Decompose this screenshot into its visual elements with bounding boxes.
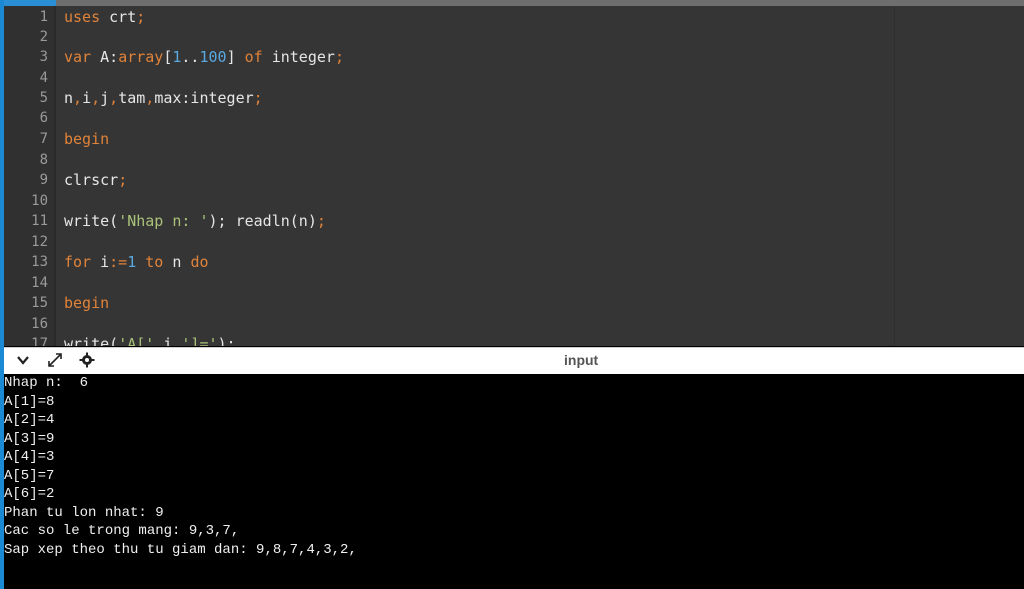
code-token: array — [118, 48, 164, 66]
line-number-gutter: 1 2 3 4 5 6 7 8 9 10 11 12 13 14 15 16 17 — [4, 6, 56, 346]
code-token: var — [64, 48, 92, 66]
line-number: 4 — [39, 70, 48, 86]
code-line[interactable]: begin — [64, 129, 109, 149]
console-output[interactable]: Nhap n: 6 A[1]=8 A[2]=4 A[3]=9 A[4]=3 A[5]=7 A… — [4, 374, 1024, 589]
code-editor[interactable]: 1 2 3 4 5 6 7 8 9 10 11 12 13 14 15 16 17 uses crt; var A… — [4, 6, 1024, 346]
code-token: ; — [334, 48, 344, 66]
code-line[interactable]: for i:=1 to n do — [64, 252, 209, 272]
code-token: ,i, — [154, 335, 182, 346]
expand-icon[interactable] — [46, 352, 64, 370]
console-line: A[5]=7 — [4, 467, 55, 484]
code-token: ; — [316, 212, 326, 230]
code-token: max:integer — [154, 89, 254, 107]
code-token: ); readln(n) — [208, 212, 317, 230]
code-token: ; — [118, 171, 128, 189]
line-number: 15 — [31, 295, 48, 311]
code-token: ); — [217, 335, 236, 346]
code-line[interactable]: n,i,j,tam,max:integer; — [64, 88, 263, 108]
code-token: A: — [91, 48, 119, 66]
console-line: A[1]=8 — [4, 393, 55, 410]
code-token: integer — [262, 48, 335, 66]
code-token: tam — [118, 89, 146, 107]
line-number: 14 — [31, 275, 48, 291]
code-token: 100 — [199, 48, 227, 66]
settings-icon[interactable] — [78, 352, 96, 370]
code-token: clrscr — [64, 171, 119, 189]
code-token: := — [109, 253, 128, 271]
code-token: n — [64, 89, 74, 107]
line-number: 3 — [39, 49, 48, 65]
code-line[interactable]: uses crt; — [64, 7, 145, 27]
chevron-down-icon[interactable] — [14, 352, 32, 370]
code-line[interactable]: clrscr; — [64, 170, 127, 190]
code-token: , — [73, 89, 83, 107]
code-token: , — [91, 89, 101, 107]
code-token: write( — [64, 335, 119, 346]
line-number: 9 — [39, 172, 48, 188]
line-number: 13 — [31, 254, 48, 270]
code-token: crt — [100, 8, 137, 26]
code-token: i — [82, 89, 92, 107]
code-token: , — [109, 89, 119, 107]
code-token: write( — [64, 212, 119, 230]
console-line: Sap xep theo thu tu giam dan: 9,8,7,4,3,… — [4, 541, 357, 558]
line-number: 10 — [31, 193, 48, 209]
code-token: 'Nhap n: ' — [118, 212, 209, 230]
line-number: 6 — [39, 110, 48, 126]
code-token: n — [163, 253, 191, 271]
code-area[interactable]: uses crt; var A:array[1..100] of integer;… — [56, 6, 1024, 346]
line-number: 17 — [31, 336, 48, 346]
line-number: 1 — [39, 9, 48, 25]
code-token: 1 — [127, 253, 137, 271]
console-line: Nhap n: 6 — [4, 375, 89, 391]
code-token: 'A[' — [118, 335, 155, 346]
console-line: Cac so le trong mang: 9,3,7, — [4, 523, 240, 539]
code-token: .. — [181, 48, 200, 66]
line-number: 5 — [39, 90, 48, 106]
console-panel-header: input — [4, 347, 1024, 374]
console-line: A[3]=9 — [4, 430, 55, 447]
code-token: j — [100, 89, 110, 107]
code-token: ']=' — [181, 335, 218, 346]
code-token: i — [91, 253, 110, 271]
console-panel-title: input — [564, 352, 599, 368]
code-token: , — [145, 89, 155, 107]
line-number: 12 — [31, 234, 48, 250]
code-token: begin — [64, 130, 110, 148]
line-number: 16 — [31, 316, 48, 332]
code-token: uses — [64, 8, 101, 26]
line-number: 2 — [39, 29, 48, 45]
code-token: ] — [226, 48, 245, 66]
code-line[interactable]: write('Nhap n: '); readln(n); — [64, 211, 326, 231]
code-line[interactable]: write('A[',i,']='); — [64, 334, 236, 346]
console-line: A[4]=3 — [4, 449, 55, 465]
code-token: for — [64, 253, 92, 271]
code-token: begin — [64, 294, 110, 312]
console-line: A[2]=4 — [4, 412, 55, 428]
print-margin-line — [894, 6, 895, 346]
code-token: to — [145, 253, 164, 271]
code-token: of — [244, 48, 263, 66]
line-number: 7 — [39, 131, 48, 147]
code-token: do — [190, 253, 209, 271]
code-line[interactable]: var A:array[1..100] of integer; — [64, 47, 344, 67]
line-number: 11 — [31, 213, 48, 229]
code-token: ; — [253, 89, 263, 107]
code-token: ; — [136, 8, 146, 26]
console-line: A[6]=2 — [4, 486, 55, 502]
code-line[interactable]: begin — [64, 293, 109, 313]
console-line: Phan tu lon nhat: 9 — [4, 504, 164, 521]
line-number: 8 — [39, 152, 48, 168]
